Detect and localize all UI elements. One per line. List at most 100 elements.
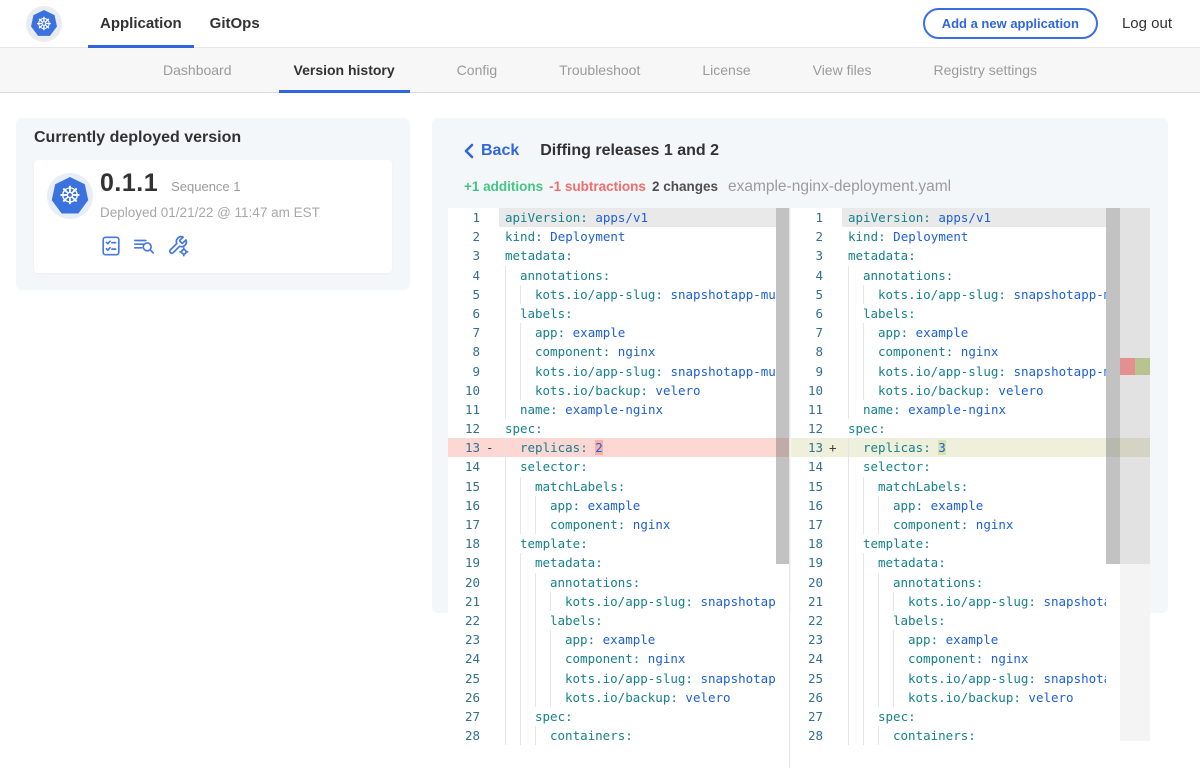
subtractions-count: -1 subtractions (549, 179, 646, 194)
tab-version-history[interactable]: Version history (263, 48, 426, 93)
diff-line: 27spec: (791, 707, 1150, 726)
diff-line: 28containers: (448, 726, 789, 745)
tab-dashboard[interactable]: Dashboard (132, 48, 263, 93)
diff-line: 26kots.io/backup: velero (791, 688, 1150, 707)
diff-line: 7app: example (448, 323, 789, 342)
changes-count: 2 changes (652, 179, 718, 194)
tab-config[interactable]: Config (426, 48, 528, 93)
diff-line: 9kots.io/app-slug: snapshotapp-mu (791, 362, 1150, 381)
diff-line: 8component: nginx (791, 342, 1150, 361)
diff-line: 8component: nginx (448, 342, 789, 361)
diff-line: 11name: example-nginx (448, 400, 789, 419)
diff-filename: example-nginx-deployment.yaml (728, 178, 951, 196)
deployed-version-panel: Currently deployed version ☸ 0.1.1 Seque… (16, 118, 410, 290)
diff-line: 14selector: (448, 457, 789, 476)
diff-line: 18template: (791, 534, 1150, 553)
app-logo: ☸ (47, 173, 93, 219)
diff-line: 4annotations: (791, 266, 1150, 285)
view-logs-icon[interactable] (132, 235, 156, 257)
diff-line: 19metadata: (448, 553, 789, 572)
tab-troubleshoot[interactable]: Troubleshoot (528, 48, 671, 93)
app-subnav: Dashboard Version history Config Trouble… (0, 48, 1200, 93)
kubernetes-logo: ☸ (26, 6, 62, 42)
scrollbar-thumb-new[interactable] (1106, 208, 1120, 564)
diff-line: 6labels: (448, 304, 789, 323)
diff-line: 12spec: (791, 419, 1150, 438)
diff-line: 12spec: (448, 419, 789, 438)
diff-line: 15matchLabels: (448, 477, 789, 496)
diff-line: 22labels: (791, 611, 1150, 630)
diff-line: 21kots.io/app-slug: snapshotap (448, 592, 789, 611)
version-number: 0.1.1 (100, 169, 158, 198)
removed-change-marker (1120, 358, 1135, 375)
diff-overview-ruler[interactable] (1120, 208, 1150, 768)
nav-tab-gitops[interactable]: GitOps (196, 0, 274, 48)
code-lines-new: 1apiVersion: apps/v12kind: Deployment3me… (791, 208, 1150, 745)
nav-tab-application[interactable]: Application (86, 0, 196, 48)
diff-line: 14selector: (791, 457, 1150, 476)
diff-line: 25kots.io/app-slug: snapshotap (448, 669, 789, 688)
diff-line: 10kots.io/backup: velero (791, 381, 1150, 400)
diff-line: 1apiVersion: apps/v1 (448, 208, 789, 227)
add-application-button[interactable]: Add a new application (923, 8, 1098, 39)
diff-line: 6labels: (791, 304, 1150, 323)
diff-line: 26kots.io/backup: velero (448, 688, 789, 707)
deployed-version-card: ☸ 0.1.1 Sequence 1 Deployed 01/21/22 @ 1… (34, 160, 392, 273)
diff-line: 28containers: (791, 726, 1150, 745)
added-change-marker (1135, 358, 1150, 375)
diff-line: 3metadata: (448, 246, 789, 265)
diff-line: 20annotations: (448, 573, 789, 592)
diff-line: 11name: example-nginx (791, 400, 1150, 419)
code-lines-old: 1apiVersion: apps/v12kind: Deployment3me… (448, 208, 789, 745)
diff-line: 9kots.io/app-slug: snapshotapp-mu (448, 362, 789, 381)
diff-line: 20annotations: (791, 573, 1150, 592)
tab-view-files[interactable]: View files (782, 48, 903, 93)
diff-line: 2kind: Deployment (448, 227, 789, 246)
deployed-version-title: Currently deployed version (34, 129, 241, 147)
edit-config-icon[interactable] (166, 234, 189, 257)
deployed-timestamp: Deployed 01/21/22 @ 11:47 am EST (100, 205, 320, 220)
diff-line: 16app: example (791, 496, 1150, 515)
scrollbar-thumb-old[interactable] (776, 208, 789, 564)
diff-line: 13+replicas: 3 (791, 438, 1150, 457)
additions-count: +1 additions (464, 179, 543, 194)
tab-license[interactable]: License (671, 48, 781, 93)
diff-line: 17component: nginx (791, 515, 1150, 534)
diff-pane-old: 1apiVersion: apps/v12kind: Deployment3me… (448, 208, 790, 768)
diff-line: 16app: example (448, 496, 789, 515)
diff-line: 18template: (448, 534, 789, 553)
ruler-track (1120, 564, 1150, 741)
diff-pane-new: 1apiVersion: apps/v12kind: Deployment3me… (791, 208, 1150, 768)
diff-line: 7app: example (791, 323, 1150, 342)
back-link[interactable]: Back (464, 142, 519, 160)
diff-line: 25kots.io/app-slug: snapshotap (791, 669, 1150, 688)
diff-line: 3metadata: (791, 246, 1150, 265)
chevron-left-icon (464, 143, 474, 159)
diff-line: 1apiVersion: apps/v1 (791, 208, 1150, 227)
diff-line: 22labels: (448, 611, 789, 630)
diff-stats: +1 additions -1 subtractions 2 changes e… (464, 178, 951, 196)
diff-line: 27spec: (448, 707, 789, 726)
tab-registry-settings[interactable]: Registry settings (903, 48, 1068, 93)
diff-line: 24component: nginx (791, 649, 1150, 668)
version-actions (100, 234, 189, 257)
logout-link[interactable]: Log out (1122, 15, 1172, 32)
diff-line: 17component: nginx (448, 515, 789, 534)
diff-line: 5kots.io/app-slug: snapshotapp-mu (791, 285, 1150, 304)
preflight-checks-icon[interactable] (100, 235, 122, 257)
diff-line: 21kots.io/app-slug: snapshotap (791, 592, 1150, 611)
diff-line: 23app: example (448, 630, 789, 649)
diff-line: 23app: example (791, 630, 1150, 649)
diff-line: 13-replicas: 2 (448, 438, 789, 457)
diff-line: 5kots.io/app-slug: snapshotapp-mu (448, 285, 789, 304)
kubernetes-wheel-icon: ☸ (31, 10, 58, 37)
top-navbar: ☸ Application GitOps Add a new applicati… (0, 0, 1200, 48)
diff-line: 2kind: Deployment (791, 227, 1150, 246)
kubernetes-wheel-icon: ☸ (51, 177, 89, 215)
kots-admin-console: ☸ Application GitOps Add a new applicati… (0, 0, 1200, 768)
diff-line: 10kots.io/backup: velero (448, 381, 789, 400)
diff-line: 15matchLabels: (791, 477, 1150, 496)
diff-line: 19metadata: (791, 553, 1150, 572)
sequence-label: Sequence 1 (171, 179, 240, 194)
ruler-viewport (1120, 208, 1150, 564)
